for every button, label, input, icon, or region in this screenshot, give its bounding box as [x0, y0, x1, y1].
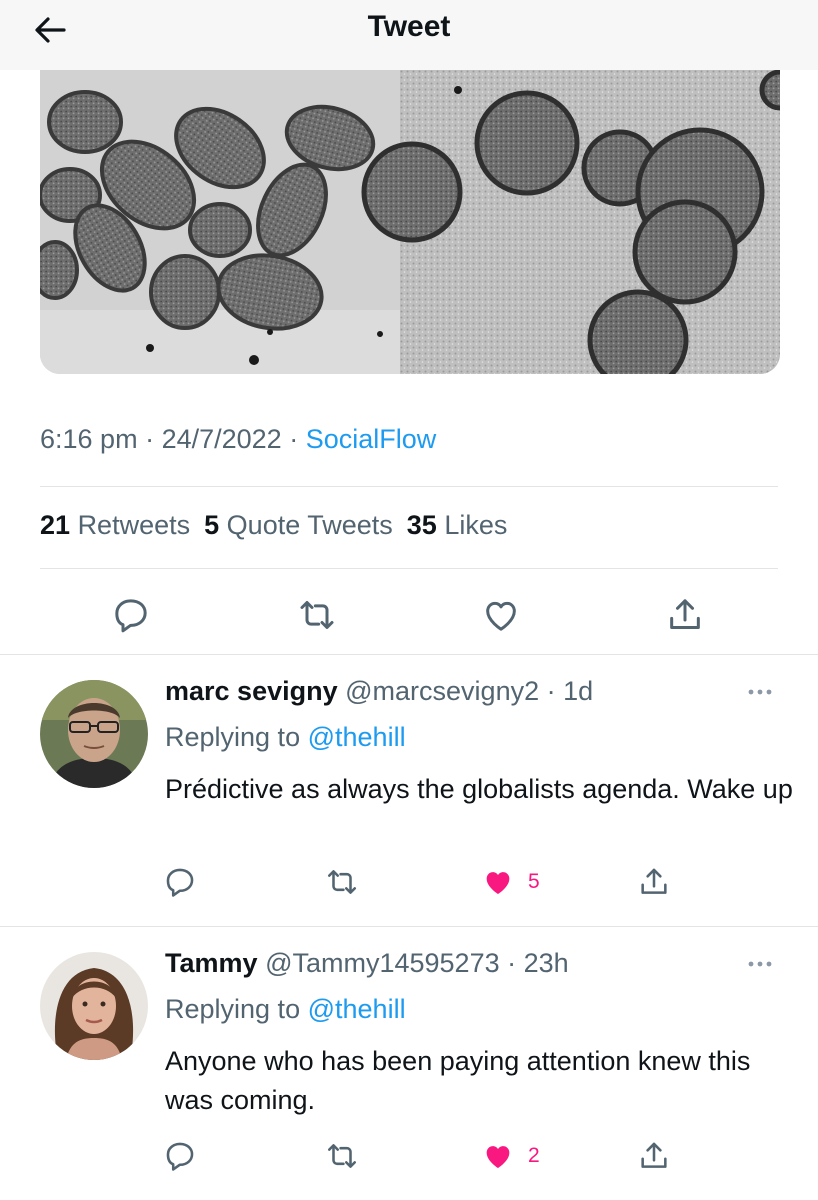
reply-author-handle[interactable]: @marcsevigny2 [345, 676, 539, 706]
reply-text: Prédictive as always the globalists agen… [165, 774, 793, 804]
likes-stat[interactable]: 35 Likes [407, 510, 508, 540]
avatar[interactable] [40, 952, 148, 1060]
like-count: 2 [528, 1144, 540, 1167]
tweet-source-link[interactable]: SocialFlow [306, 424, 437, 454]
share-button[interactable] [634, 862, 674, 902]
heart-icon [486, 601, 516, 631]
heart-filled-icon [486, 872, 510, 895]
like-button[interactable] [478, 592, 524, 638]
replying-to-line: Replying to @thehill [165, 722, 406, 753]
reply-header: marc sevigny @marcsevigny2 · 1d [165, 676, 594, 706]
heart-filled-icon [486, 1146, 510, 1169]
retweet-button[interactable] [322, 1136, 362, 1176]
more-dots-icon [748, 961, 772, 967]
reply-author-name[interactable]: marc sevigny [165, 676, 338, 706]
more-options-button[interactable] [742, 954, 778, 974]
engagement-stats: 21 Retweets 5 Quote Tweets 35 Likes [40, 510, 507, 541]
retweet-icon [300, 601, 334, 629]
share-icon [670, 599, 700, 629]
user-avatar-image [40, 952, 148, 1060]
tweet-media-image[interactable] [40, 70, 780, 374]
reply-author-name[interactable]: Tammy [165, 948, 258, 978]
share-icon [641, 1142, 667, 1168]
share-button[interactable] [634, 1136, 674, 1176]
top-bar: Tweet [0, 0, 818, 70]
reply-button[interactable] [160, 1136, 200, 1176]
reply-text: Anyone who has been paying attention kne… [165, 1046, 751, 1115]
replying-to-prefix: Replying to [165, 994, 301, 1024]
more-options-button[interactable] [742, 682, 778, 702]
quote-tweets-stat[interactable]: 5 Quote Tweets [204, 510, 393, 540]
likes-count: 35 [406, 510, 437, 540]
quote-tweets-count: 5 [204, 510, 220, 540]
avatar[interactable] [40, 680, 148, 788]
tweet-timestamp-line: 6:16 pm · 24/7/2022 · SocialFlow [40, 424, 437, 454]
reply-button[interactable] [160, 862, 200, 902]
replying-to-mention[interactable]: @thehill [308, 722, 406, 752]
divider [0, 654, 818, 655]
more-dots-icon [748, 689, 772, 695]
page-title: Tweet [367, 10, 451, 43]
retweet-button[interactable] [294, 592, 340, 638]
reply-header: Tammy @Tammy14595273 · 23h [165, 948, 569, 978]
share-button[interactable] [662, 592, 708, 638]
reply-icon [166, 868, 194, 897]
reply-icon [115, 599, 147, 633]
divider [40, 486, 778, 487]
divider [40, 568, 778, 569]
quote-tweets-label: Quote Tweets [226, 510, 393, 540]
like-button[interactable] [478, 862, 518, 902]
reply-age[interactable]: 23h [524, 948, 569, 978]
divider [0, 926, 818, 927]
reply-age[interactable]: 1d [563, 676, 593, 706]
retweet-icon [327, 1144, 357, 1168]
retweets-count: 21 [40, 510, 71, 540]
reply-author-handle[interactable]: @Tammy14595273 [265, 948, 500, 978]
replying-to-mention[interactable]: @thehill [308, 994, 406, 1024]
replying-to-line: Replying to @thehill [165, 994, 406, 1025]
likes-label: Likes [444, 510, 508, 540]
reply-icon [166, 1142, 194, 1171]
tweet-date[interactable]: 24/7/2022 [162, 424, 282, 454]
reply-button[interactable] [108, 592, 154, 638]
retweets-label: Retweets [77, 510, 191, 540]
retweets-stat[interactable]: 21 Retweets [40, 510, 190, 540]
like-button[interactable] [478, 1136, 518, 1176]
retweet-button[interactable] [322, 862, 362, 902]
like-count: 5 [528, 870, 540, 893]
share-icon [641, 868, 667, 894]
user-avatar-image [40, 680, 148, 788]
retweet-icon [327, 870, 357, 894]
tweet-time[interactable]: 6:16 pm [40, 424, 138, 454]
replying-to-prefix: Replying to [165, 722, 301, 752]
